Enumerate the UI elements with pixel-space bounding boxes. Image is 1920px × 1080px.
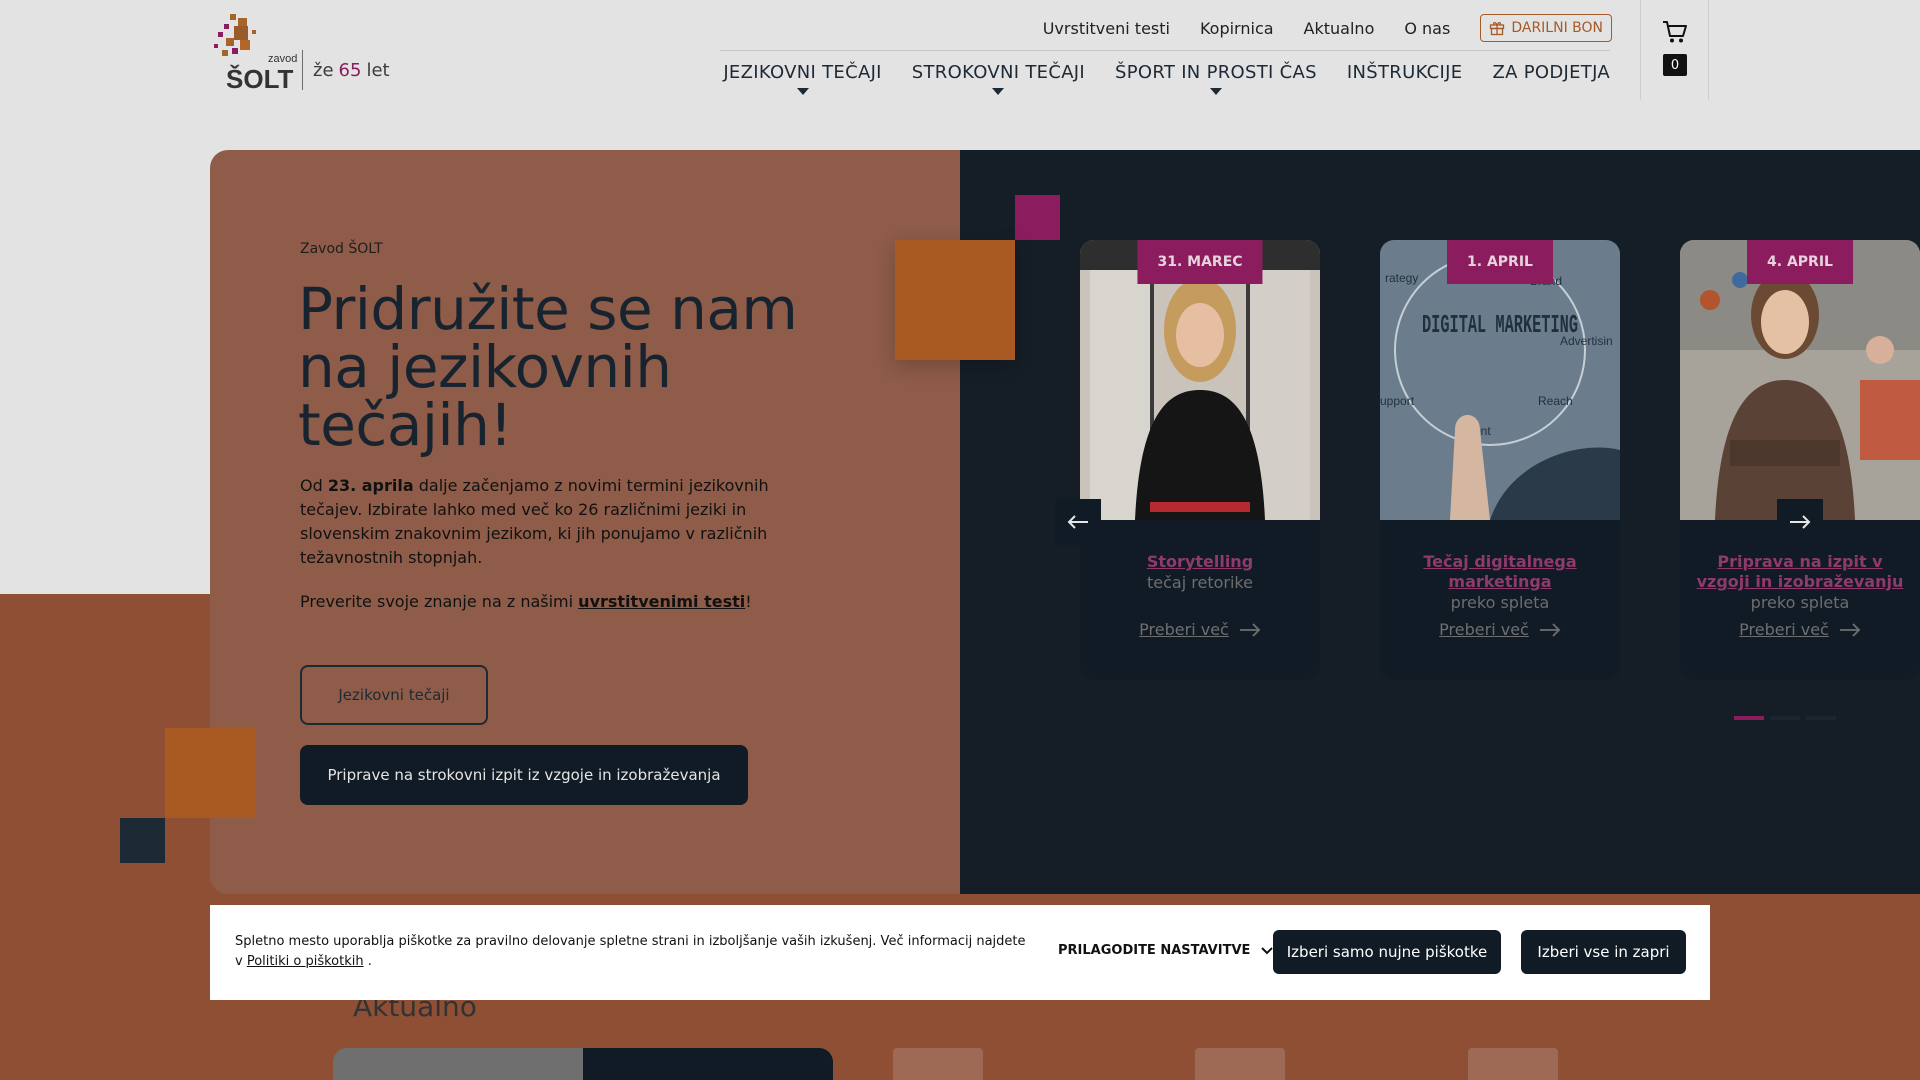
svg-text:Advertisin: Advertisin bbox=[1560, 334, 1613, 348]
svg-text:ŠOLT: ŠOLT bbox=[226, 64, 294, 92]
news-card-image[interactable] bbox=[333, 1048, 583, 1080]
tagline-prefix: že bbox=[313, 59, 334, 81]
card-date-badge: 31. MAREC bbox=[1137, 240, 1263, 284]
image-text: DIGITAL MARKETING bbox=[1422, 310, 1578, 340]
hero-title: Pridružite se nam na jezikovnih tečajih! bbox=[298, 275, 798, 459]
hero-tests-text: Preverite svoje znanje na z našimi bbox=[300, 592, 579, 611]
svg-text:upport: upport bbox=[1380, 394, 1415, 408]
course-card-exam-prep[interactable]: 4. APRIL Priprava na izpit v vzgoji in i… bbox=[1680, 240, 1920, 680]
nav-sport-in-prosti-cas[interactable]: ŠPORT IN PROSTI ČAS bbox=[1115, 62, 1317, 95]
logo-icon[interactable]: zavod ŠOLT bbox=[210, 10, 298, 92]
top-links: Uvrstitveni testi Kopirnica Aktualno O n… bbox=[1043, 14, 1612, 42]
course-card-digital-marketing[interactable]: DIGITAL MARKETING rategy Brand Advertisi… bbox=[1380, 240, 1620, 680]
customize-label: PRILAGODITE NASTAVITVE bbox=[1058, 943, 1251, 958]
card-title[interactable]: Priprava na izpit v vzgoji in izobraževa… bbox=[1690, 552, 1910, 592]
read-more-label: Preberi več bbox=[1139, 620, 1229, 639]
main-nav: JEZIKOVNI TEČAJI STROKOVNI TEČAJI ŠPORT … bbox=[723, 62, 1610, 95]
gift-icon bbox=[1490, 22, 1505, 36]
carousel-dot[interactable] bbox=[1806, 716, 1836, 720]
carousel-next-button[interactable] bbox=[1777, 499, 1823, 545]
read-more-label: Preberi več bbox=[1739, 620, 1829, 639]
carousel-pagination bbox=[1734, 716, 1836, 720]
carousel-dot[interactable] bbox=[1734, 716, 1764, 720]
read-more-link[interactable]: Preberi več bbox=[1380, 620, 1620, 639]
placement-tests-link[interactable]: uvrstitvenimi testi bbox=[578, 592, 745, 611]
hero-tests-line: Preverite svoje znanje na z našimi uvrst… bbox=[300, 592, 752, 611]
top-link-o-nas[interactable]: O nas bbox=[1404, 19, 1450, 38]
cookie-message-end: . bbox=[363, 954, 372, 969]
read-more-label: Preberi več bbox=[1439, 620, 1529, 639]
header-divider bbox=[720, 50, 1610, 51]
nav-za-podjetja[interactable]: ZA PODJETJA bbox=[1492, 62, 1610, 83]
nav-label: INŠTRUKCIJE bbox=[1346, 62, 1463, 83]
news-card-body[interactable] bbox=[583, 1048, 833, 1080]
carousel-dot[interactable] bbox=[1770, 716, 1800, 720]
cookie-text: Spletno mesto uporablja piškotke za prav… bbox=[235, 932, 1035, 972]
read-more-link[interactable]: Preberi več bbox=[1680, 620, 1920, 639]
gift-label: DARILNI BON bbox=[1511, 20, 1603, 36]
nav-jezikovni-tecaji[interactable]: JEZIKOVNI TEČAJI bbox=[723, 62, 882, 95]
caret-down-icon bbox=[796, 88, 809, 95]
card-title[interactable]: Storytelling bbox=[1090, 552, 1310, 572]
cookie-policy-link[interactable]: Politiki o piškotkih bbox=[247, 954, 364, 969]
nav-label: JEZIKOVNI TEČAJI bbox=[723, 62, 882, 83]
cart-icon[interactable] bbox=[1662, 20, 1688, 44]
card-subtitle: preko spleta bbox=[1750, 593, 1850, 612]
top-link-aktualno[interactable]: Aktualno bbox=[1304, 19, 1375, 38]
svg-text:Reach: Reach bbox=[1538, 394, 1573, 408]
gift-voucher-button[interactable]: DARILNI BON bbox=[1480, 14, 1612, 42]
nav-label: ŠPORT IN PROSTI ČAS bbox=[1115, 62, 1317, 83]
tagline-suffix: let bbox=[366, 59, 390, 81]
arrow-right-icon bbox=[1839, 622, 1861, 637]
nav-label: STROKOVNI TEČAJI bbox=[911, 62, 1086, 83]
nav-label: ZA PODJETJA bbox=[1492, 62, 1610, 83]
card-subtitle: preko spleta bbox=[1450, 593, 1550, 612]
arrow-right-icon bbox=[1239, 622, 1261, 637]
feature-tile[interactable] bbox=[1468, 1048, 1558, 1080]
hero-eyebrow: Zavod ŠOLT bbox=[300, 241, 383, 257]
card-date-badge: 1. APRIL bbox=[1447, 240, 1553, 284]
arrow-left-icon bbox=[1067, 515, 1088, 529]
feature-tile[interactable] bbox=[893, 1048, 983, 1080]
decor-square-orange-left bbox=[165, 728, 255, 818]
decor-square-navy bbox=[120, 818, 165, 863]
hero-desc-text: Od bbox=[300, 476, 328, 495]
header-separator bbox=[1640, 0, 1641, 100]
cookie-banner: Spletno mesto uporablja piškotke za prav… bbox=[210, 905, 1710, 1000]
decor-square-orange bbox=[895, 240, 1015, 360]
accept-necessary-button[interactable]: Izberi samo nujne piškotke bbox=[1273, 930, 1501, 974]
carousel-prev-button[interactable] bbox=[1055, 499, 1101, 545]
hero-tests-text: ! bbox=[745, 592, 752, 611]
svg-text:rategy: rategy bbox=[1385, 271, 1418, 285]
card-title[interactable]: Tečaj digitalnega marketinga bbox=[1390, 552, 1610, 592]
hero-description: Od 23. aprila dalje začenjamo z novimi t… bbox=[300, 474, 810, 570]
top-link-uvrstitveni-testi[interactable]: Uvrstitveni testi bbox=[1043, 19, 1170, 38]
card-subtitle: tečaj retorike bbox=[1147, 573, 1253, 592]
customize-settings-toggle[interactable]: PRILAGODITE NASTAVITVE bbox=[1058, 943, 1274, 958]
caret-down-icon bbox=[1209, 88, 1222, 95]
accept-all-button[interactable]: Izberi vse in zapri bbox=[1521, 930, 1686, 974]
nav-instrukcije[interactable]: INŠTRUKCIJE bbox=[1347, 62, 1463, 83]
nav-strokovni-tecaji[interactable]: STROKOVNI TEČAJI bbox=[911, 62, 1086, 95]
cart-count-badge: 0 bbox=[1663, 54, 1687, 76]
card-date-badge: 4. APRIL bbox=[1747, 240, 1853, 284]
hero-desc-date: 23. aprila bbox=[327, 476, 414, 495]
language-courses-button[interactable]: Jezikovni tečaji bbox=[300, 665, 488, 725]
course-card-storytelling[interactable]: 31. MAREC Storytelling tečaj retorike Pr… bbox=[1080, 240, 1320, 680]
arrow-right-icon bbox=[1790, 515, 1811, 529]
arrow-right-icon bbox=[1539, 622, 1561, 637]
tagline-number: 65 bbox=[338, 59, 362, 81]
header-separator bbox=[1708, 0, 1709, 100]
read-more-link[interactable]: Preberi več bbox=[1080, 620, 1320, 639]
decor-square-magenta bbox=[1015, 195, 1060, 240]
top-link-kopirnica[interactable]: Kopirnica bbox=[1200, 19, 1274, 38]
exam-prep-button[interactable]: Priprave na strokovni izpit iz vzgoje in… bbox=[300, 745, 748, 805]
caret-down-icon bbox=[992, 88, 1005, 95]
tagline: že 65 let bbox=[302, 50, 390, 90]
feature-tile[interactable] bbox=[1195, 1048, 1285, 1080]
